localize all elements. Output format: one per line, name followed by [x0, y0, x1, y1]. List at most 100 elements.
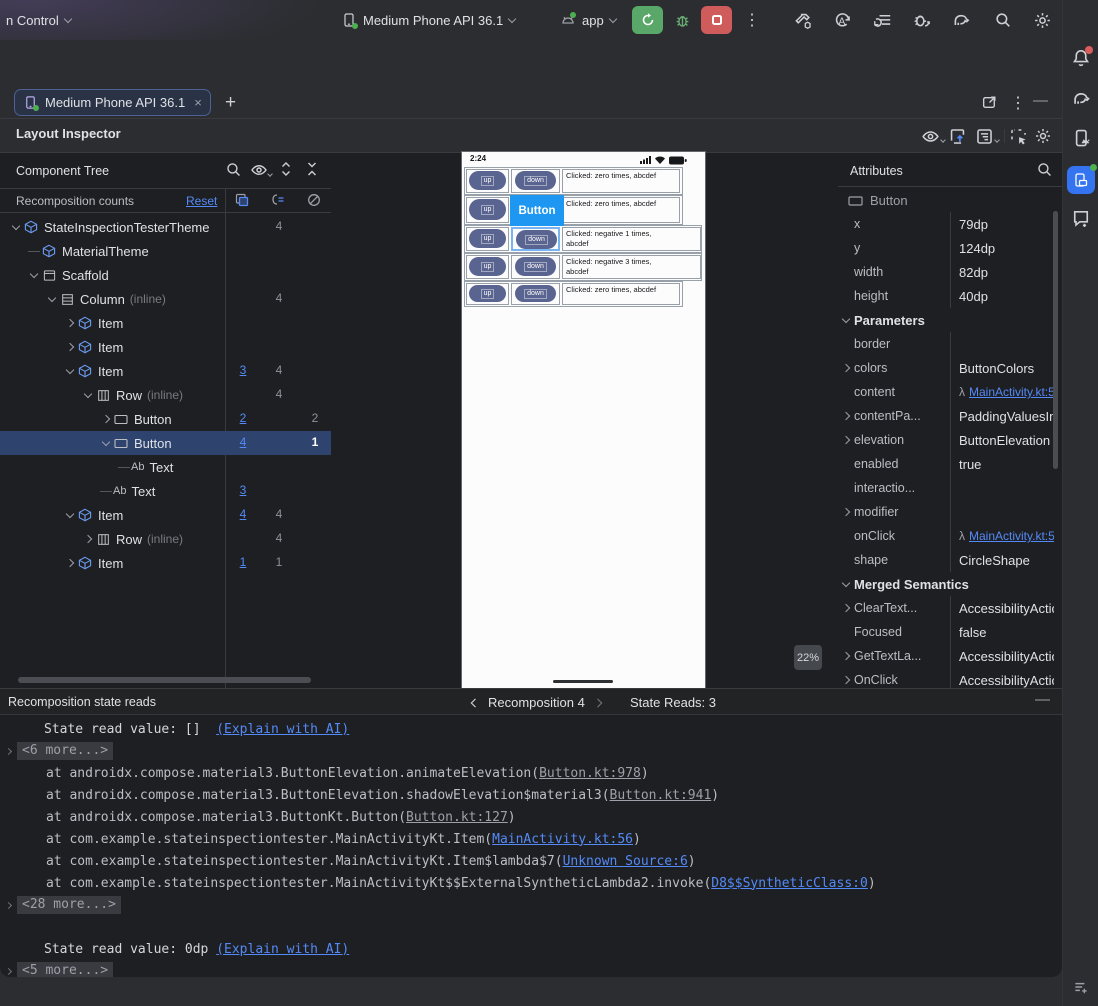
tree-expander[interactable]: [62, 340, 77, 354]
run-more-menu[interactable]: ⋮: [744, 9, 760, 31]
chevron-right-icon[interactable]: [841, 603, 851, 613]
build-button[interactable]: [794, 9, 813, 31]
collapse-all-button[interactable]: [304, 161, 320, 177]
folded-frames-toggle[interactable]: <28 more...>: [17, 896, 121, 914]
rerun-button[interactable]: [632, 6, 663, 34]
device-up-button[interactable]: up: [466, 255, 509, 279]
recomposition-count[interactable]: 1: [231, 555, 255, 569]
expand-fold-icon[interactable]: [4, 967, 13, 975]
device-row[interactable]: updownClicked: zero times, abcdef: [464, 195, 683, 225]
tree-expander[interactable]: [80, 532, 95, 546]
tree-row[interactable]: Column (inline) 4: [0, 287, 331, 311]
stack-frame-link[interactable]: Button.kt:941: [610, 788, 712, 803]
li-view-options-button[interactable]: [921, 127, 946, 146]
li-select-mode-button[interactable]: [1009, 127, 1028, 146]
device-up-button[interactable]: up: [466, 197, 509, 223]
tree-row[interactable]: Row (inline) 4: [0, 527, 331, 551]
tree-row[interactable]: StateInspectionTesterTheme 4: [0, 215, 331, 239]
tree-row[interactable]: Button 2 2: [0, 407, 331, 431]
device-text-box[interactable]: Clicked: zero times, abcdef: [562, 283, 680, 305]
stack-frame-link[interactable]: Button.kt:127: [406, 810, 508, 825]
tree-row[interactable]: Button 4 1: [0, 431, 331, 455]
device-row[interactable]: updownClicked: zero times, abcdef: [464, 281, 683, 307]
chevron-right-icon[interactable]: [841, 675, 851, 685]
tree-expander[interactable]: [62, 556, 77, 570]
device-text-box[interactable]: Clicked: negative 3 times, abcdef: [562, 255, 701, 279]
tree-row[interactable]: Ab Text: [0, 455, 331, 479]
chevron-right-icon[interactable]: [593, 697, 605, 709]
folded-frames-toggle[interactable]: <6 more...>: [17, 742, 114, 760]
source-link[interactable]: MainActivity.kt:57: [969, 529, 1054, 543]
gradle-sync-button[interactable]: [951, 9, 971, 31]
device-text-box[interactable]: Clicked: zero times, abcdef: [562, 197, 680, 223]
apply-changes-button[interactable]: A: [833, 9, 852, 31]
device-down-button[interactable]: down: [511, 255, 560, 279]
tree-expander[interactable]: [98, 436, 113, 450]
device-up-button[interactable]: up: [466, 283, 509, 305]
tree-row[interactable]: Item: [0, 311, 331, 335]
li-export-snapshot-button[interactable]: [948, 127, 967, 146]
chevron-right-icon[interactable]: [841, 435, 851, 445]
folded-frames-toggle[interactable]: <5 more...>: [17, 962, 114, 977]
attributes-search-button[interactable]: [1036, 161, 1053, 178]
tree-row[interactable]: Ab Text 3: [0, 479, 331, 503]
device-selector[interactable]: Medium Phone API 36.1: [341, 9, 517, 31]
chevron-right-icon[interactable]: [841, 651, 851, 661]
attributes-section-header[interactable]: Parameters: [838, 308, 1054, 332]
recomposition-count[interactable]: 2: [231, 411, 255, 425]
tree-expander[interactable]: [62, 316, 77, 330]
gradle-tool-button[interactable]: [1070, 88, 1091, 109]
tree-expander[interactable]: [44, 292, 59, 306]
attributes-section-header[interactable]: Merged Semantics: [838, 572, 1054, 596]
minimize-panel-button[interactable]: —: [1035, 691, 1050, 708]
tree-expander[interactable]: [80, 388, 95, 402]
tree-row[interactable]: Item 3 4: [0, 359, 331, 383]
explain-with-ai-link[interactable]: (Explain with AI): [216, 942, 349, 957]
device-up-button[interactable]: up: [466, 169, 509, 193]
tree-expander[interactable]: [62, 508, 77, 522]
device-row[interactable]: updownClicked: zero times, abcdef: [464, 167, 683, 195]
device-text-box[interactable]: Clicked: negative 1 times, abcdef: [562, 227, 701, 251]
device-screen[interactable]: 2:24 up down Clicked: zero times, abcdef up…: [461, 151, 706, 691]
device-down-button[interactable]: down: [511, 283, 560, 305]
stack-frame-link[interactable]: Unknown Source:6: [563, 854, 688, 869]
run-config-selector[interactable]: app: [560, 9, 617, 31]
apply-code-changes-button[interactable]: [873, 9, 892, 31]
device-manager-button[interactable]: [1071, 128, 1091, 148]
debug-button[interactable]: [667, 6, 698, 34]
tree-expander[interactable]: [26, 268, 41, 282]
tree-row[interactable]: Item 1 1: [0, 551, 331, 575]
device-down-button[interactable]: down: [511, 169, 560, 193]
device-text-box[interactable]: Clicked: zero times, abcdef: [562, 169, 680, 193]
chevron-left-icon[interactable]: [468, 697, 480, 709]
tree-search-button[interactable]: [225, 161, 242, 178]
editor-extras-button[interactable]: [1072, 978, 1090, 996]
chevron-right-icon[interactable]: [841, 411, 851, 421]
tree-horizontal-scrollbar[interactable]: [18, 677, 311, 683]
tree-row[interactable]: MaterialTheme: [0, 239, 331, 263]
tree-row[interactable]: Item: [0, 335, 331, 359]
tree-expander[interactable]: [98, 412, 113, 426]
tree-expander[interactable]: [62, 364, 77, 378]
explain-with-ai-link[interactable]: (Explain with AI): [216, 722, 349, 737]
recomposition-count[interactable]: 4: [231, 435, 255, 449]
source-link[interactable]: MainActivity.kt:59: [969, 385, 1054, 399]
reset-counts-link[interactable]: Reset: [186, 194, 217, 208]
device-up-button[interactable]: up: [466, 227, 509, 251]
stack-frame-link[interactable]: MainActivity.kt:56: [492, 832, 633, 847]
vcs-widget[interactable]: n Control: [6, 9, 72, 31]
device-row[interactable]: up down Clicked: negative 1 times, abcdef: [464, 225, 702, 253]
stack-frame-link[interactable]: Button.kt:978: [539, 766, 641, 781]
stop-button[interactable]: [701, 6, 732, 34]
running-devices-button[interactable]: [1066, 164, 1097, 194]
li-tree-options-button[interactable]: [975, 127, 1000, 146]
settings-button[interactable]: [1033, 9, 1052, 31]
stack-frame-link[interactable]: D8$$SyntheticClass:0: [711, 876, 868, 891]
li-settings-button[interactable]: [1034, 127, 1052, 145]
notifications-button[interactable]: [1071, 46, 1093, 73]
tree-row[interactable]: Row (inline) 4: [0, 383, 331, 407]
recomposition-count[interactable]: 3: [231, 483, 255, 497]
assistant-button[interactable]: [1071, 208, 1091, 228]
recomposition-count[interactable]: 3: [231, 363, 255, 377]
clear-counts-button[interactable]: [306, 192, 322, 208]
